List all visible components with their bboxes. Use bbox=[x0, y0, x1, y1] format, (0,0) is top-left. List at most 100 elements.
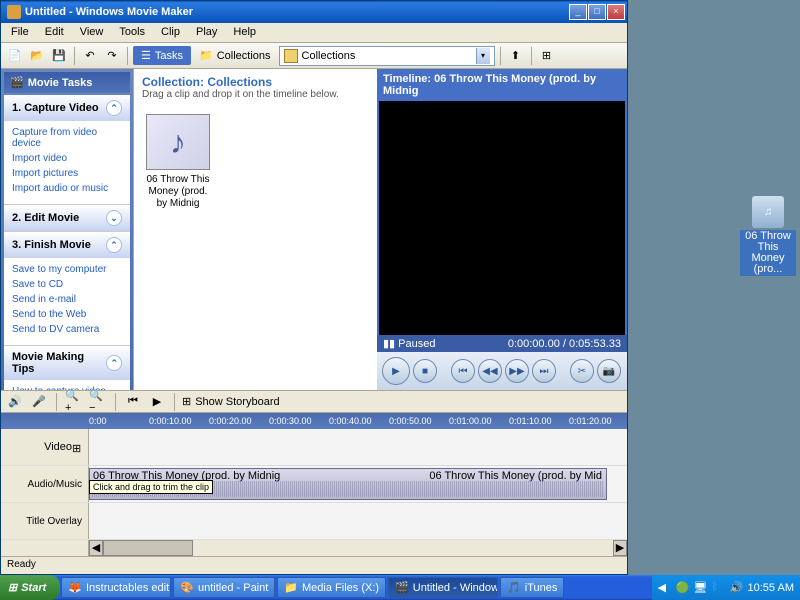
narrate-button[interactable]: 🎤 bbox=[29, 392, 49, 412]
statusbar: Ready bbox=[1, 556, 627, 574]
stop-button[interactable]: ■ bbox=[413, 359, 437, 383]
next-button[interactable]: ⏭ bbox=[532, 359, 556, 383]
preview-controls: ▶ ■ ⏮ ◀◀ ▶▶ ⏭ ✂ 📷 bbox=[377, 352, 627, 390]
link-send-web[interactable]: Send to the Web bbox=[12, 307, 122, 322]
play-button[interactable]: ▶ bbox=[382, 357, 410, 385]
title-track-label: Title Overlay bbox=[1, 503, 89, 539]
menu-play[interactable]: Play bbox=[188, 23, 225, 42]
task-instructables[interactable]: 🦊Instructables edit st... bbox=[61, 577, 171, 598]
menubar: File Edit View Tools Clip Play Help bbox=[1, 23, 627, 43]
collection-subtitle: Drag a clip and drop it on the timeline … bbox=[142, 89, 369, 100]
prev-button[interactable]: ⏮ bbox=[451, 359, 475, 383]
section-finish-movie[interactable]: 3. Finish Movie ⌃ bbox=[4, 232, 130, 258]
volume-icon[interactable]: 🔊 bbox=[730, 581, 744, 595]
chevron-down-icon: ⌄ bbox=[106, 210, 122, 226]
task-movie-maker[interactable]: 🎬Untitled - Window... bbox=[388, 577, 498, 598]
system-tray[interactable]: ◀ 🟢 🖥 ᛒ 🔊 10:55 AM bbox=[652, 575, 800, 600]
link-save-cd[interactable]: Save to CD bbox=[12, 277, 122, 292]
tray-icon[interactable]: ◀ bbox=[658, 581, 672, 595]
video-track-label: Video ⊞ bbox=[1, 429, 89, 465]
menu-clip[interactable]: Clip bbox=[153, 23, 188, 42]
link-import-pictures[interactable]: Import pictures bbox=[12, 166, 122, 181]
link-save-computer[interactable]: Save to my computer bbox=[12, 262, 122, 277]
zoom-out-button[interactable]: 🔍− bbox=[88, 392, 108, 412]
menu-view[interactable]: View bbox=[72, 23, 112, 42]
clock[interactable]: 10:55 AM bbox=[748, 582, 794, 594]
link-import-audio[interactable]: Import audio or music bbox=[12, 181, 122, 196]
app-icon bbox=[7, 5, 21, 19]
chevron-up-icon: ⌃ bbox=[106, 237, 122, 253]
collection-title: Collection: Collections bbox=[142, 75, 369, 89]
section-capture-video[interactable]: 1. Capture Video ⌃ bbox=[4, 95, 130, 121]
music-note-icon: ♪ bbox=[146, 114, 210, 170]
levels-button[interactable]: 🔊 bbox=[5, 392, 25, 412]
views-button[interactable]: ⊞ bbox=[537, 46, 557, 66]
preview-status: ▮▮ Paused 0:00:00.00 / 0:05:53.33 bbox=[377, 335, 627, 352]
split-button[interactable]: ✂ bbox=[570, 359, 594, 383]
menu-edit[interactable]: Edit bbox=[37, 23, 72, 42]
link-send-email[interactable]: Send in e-mail bbox=[12, 292, 122, 307]
network-icon[interactable]: 🖥 bbox=[694, 581, 708, 595]
tl-rewind-button[interactable]: ⏮ bbox=[123, 392, 143, 412]
chevron-down-icon[interactable]: ▾ bbox=[476, 48, 490, 64]
safely-remove-icon[interactable]: 🟢 bbox=[676, 581, 690, 595]
expand-icon[interactable]: ⊞ bbox=[72, 442, 82, 452]
show-storyboard-button[interactable]: ⊞ Show Storyboard bbox=[182, 395, 280, 408]
audio-track[interactable]: Audio/Music 06 Throw This Money (prod. b… bbox=[1, 466, 627, 503]
chevron-up-icon: ⌃ bbox=[106, 355, 122, 371]
preview-video[interactable] bbox=[379, 101, 625, 335]
task-pane-header: 🎬 Movie Tasks bbox=[4, 72, 130, 93]
forward-button[interactable]: ▶▶ bbox=[505, 359, 529, 383]
menu-help[interactable]: Help bbox=[225, 23, 264, 42]
task-paint[interactable]: 🎨untitled - Paint bbox=[173, 577, 275, 598]
task-pane: 🎬 Movie Tasks 1. Capture Video ⌃ Capture… bbox=[1, 69, 133, 390]
timeline-ruler[interactable]: 0:00 0:00:10.00 0:00:20.00 0:00:30.00 0:… bbox=[1, 413, 627, 429]
bluetooth-icon[interactable]: ᛒ bbox=[712, 581, 726, 595]
audio-track-label: Audio/Music bbox=[1, 466, 89, 502]
preview-time: 0:00:00.00 / 0:05:53.33 bbox=[508, 338, 621, 350]
task-itunes[interactable]: 🎵iTunes bbox=[500, 577, 564, 598]
close-button[interactable]: × bbox=[607, 4, 625, 20]
link-capture-device[interactable]: Capture from video device bbox=[12, 125, 122, 151]
maximize-button[interactable]: □ bbox=[588, 4, 606, 20]
toolbar: 📄 📂 💾 ↶ ↷ ☰ Tasks 📁 Collections Collecti… bbox=[1, 43, 627, 69]
section-tips[interactable]: Movie Making Tips ⌃ bbox=[4, 346, 130, 380]
window-title: Untitled - Windows Movie Maker bbox=[25, 6, 569, 18]
open-button[interactable]: 📂 bbox=[27, 46, 47, 66]
folder-icon: 📁 bbox=[199, 49, 213, 62]
collections-dropdown[interactable]: Collections ▾ bbox=[279, 46, 495, 66]
link-import-video[interactable]: Import video bbox=[12, 151, 122, 166]
preview-title: Timeline: 06 Throw This Money (prod. by … bbox=[377, 69, 627, 101]
mp3-icon: ♫ bbox=[752, 196, 784, 228]
minimize-button[interactable]: _ bbox=[569, 4, 587, 20]
redo-button[interactable]: ↷ bbox=[102, 46, 122, 66]
menu-file[interactable]: File bbox=[3, 23, 37, 42]
timeline-scrollbar[interactable]: ◀▶ bbox=[1, 540, 627, 556]
undo-button[interactable]: ↶ bbox=[80, 46, 100, 66]
menu-tools[interactable]: Tools bbox=[111, 23, 153, 42]
clip-label: 06 Throw This Money (prod. by Midnig bbox=[142, 174, 214, 210]
start-button[interactable]: ⊞ Start bbox=[0, 575, 60, 600]
windows-icon: ⊞ bbox=[8, 581, 17, 594]
section-edit-movie[interactable]: 2. Edit Movie ⌄ bbox=[4, 205, 130, 231]
titlebar[interactable]: Untitled - Windows Movie Maker _ □ × bbox=[1, 1, 627, 23]
desktop-file-label: 06 Throw This Money (pro... bbox=[740, 230, 796, 276]
title-track[interactable]: Title Overlay bbox=[1, 503, 627, 540]
pause-icon: ▮▮ bbox=[383, 338, 395, 350]
collection-folder-icon bbox=[284, 49, 298, 63]
tasks-button[interactable]: ☰ Tasks bbox=[133, 46, 191, 65]
clip-item[interactable]: ♪ 06 Throw This Money (prod. by Midnig bbox=[142, 114, 214, 210]
zoom-in-button[interactable]: 🔍+ bbox=[64, 392, 84, 412]
link-send-dv[interactable]: Send to DV camera bbox=[12, 322, 122, 337]
snapshot-button[interactable]: 📷 bbox=[597, 359, 621, 383]
task-media-files[interactable]: 📁Media Files (X:) bbox=[277, 577, 386, 598]
taskbar: ⊞ Start 🦊Instructables edit st... 🎨untit… bbox=[0, 575, 800, 600]
save-button[interactable]: 💾 bbox=[49, 46, 69, 66]
collections-button[interactable]: 📁 Collections bbox=[193, 46, 277, 65]
rewind-button[interactable]: ◀◀ bbox=[478, 359, 502, 383]
up-level-button[interactable]: ⬆ bbox=[506, 46, 526, 66]
video-track[interactable]: Video ⊞ bbox=[1, 429, 627, 466]
tl-play-button[interactable]: ▶ bbox=[147, 392, 167, 412]
desktop-file-icon[interactable]: ♫ 06 Throw This Money (pro... bbox=[740, 196, 796, 276]
new-button[interactable]: 📄 bbox=[5, 46, 25, 66]
